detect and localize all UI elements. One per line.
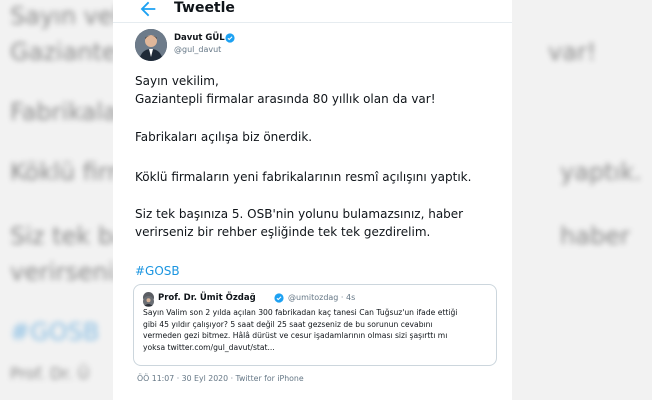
avatar-image	[135, 29, 167, 61]
quote-avatar	[143, 292, 154, 307]
tweet-line: Sayın vekilim,	[135, 74, 219, 88]
bg-text: verirseniz	[10, 258, 128, 286]
tweet-paragraph: Sayın vekilim, Gaziantepli firmalar aras…	[135, 72, 436, 108]
quote-line: vermeden gezi bitmez. Hâlâ dürüst ve ces…	[143, 331, 448, 340]
verified-badge-icon	[225, 33, 235, 43]
bg-text: Prof. Dr. Ü	[10, 364, 90, 383]
author-name[interactable]: Davut GÜL	[174, 33, 225, 44]
tweet-meta: ÖÖ 11:07 · 30 Eyl 2020 · Twitter for iPh…	[137, 374, 304, 383]
arrow-left-icon[interactable]	[137, 0, 159, 20]
bg-text: haber	[560, 222, 630, 250]
quote-time: 4s	[346, 293, 356, 302]
bg-text: var!	[548, 38, 597, 66]
tweet-paragraph: Fabrikaları açılışa biz önerdik.	[135, 130, 313, 144]
quote-handle: @umitozdag	[288, 293, 339, 302]
top-bar: Tweetle	[113, 0, 512, 23]
avatar[interactable]	[135, 29, 167, 61]
page-title: Tweetle	[174, 0, 235, 16]
verified-badge-icon	[274, 293, 284, 303]
tweet-paragraph: Köklü firmaların yeni fabrikalarının res…	[135, 170, 472, 184]
quote-text: Sayın Valim son 2 yılda açılan 300 fabri…	[143, 307, 489, 353]
quote-line: gibi 45 yıldır çalışıyor? 5 saat değil 2…	[143, 319, 433, 329]
quote-line: Sayın Valim son 2 yılda açılan 300 fabri…	[143, 308, 458, 317]
quote-line: yoksa twitter.com/gul_davut/stat...	[143, 342, 275, 352]
quote-handle-time: @umitozdag · 4s	[288, 293, 356, 302]
quote-author-name: Prof. Dr. Ümit Özdağ	[158, 293, 256, 303]
quote-avatar-image	[143, 296, 154, 307]
tweet-card: Tweetle Davut GÜL @gul_davut Sayın vekil…	[113, 0, 512, 400]
tweet-paragraph: Siz tek başınıza 5. OSB'nin yolunu bulam…	[135, 205, 463, 241]
tweet-line: verirseniz bir rehber eşliğinde tek tek …	[135, 225, 431, 239]
tweet-line: Gaziantepli firmalar arasında 80 yıllık …	[135, 92, 436, 106]
bg-text: #GOSB	[10, 318, 100, 346]
author-handle[interactable]: @gul_davut	[174, 45, 221, 55]
hashtag-link[interactable]: #GOSB	[135, 262, 180, 280]
bg-text: yaptık.	[560, 158, 642, 186]
tweet-line: Siz tek başınıza 5. OSB'nin yolunu bulam…	[135, 207, 464, 221]
quoted-tweet[interactable]: Prof. Dr. Ümit Özdağ @umitozdag · 4s Say…	[133, 284, 497, 366]
